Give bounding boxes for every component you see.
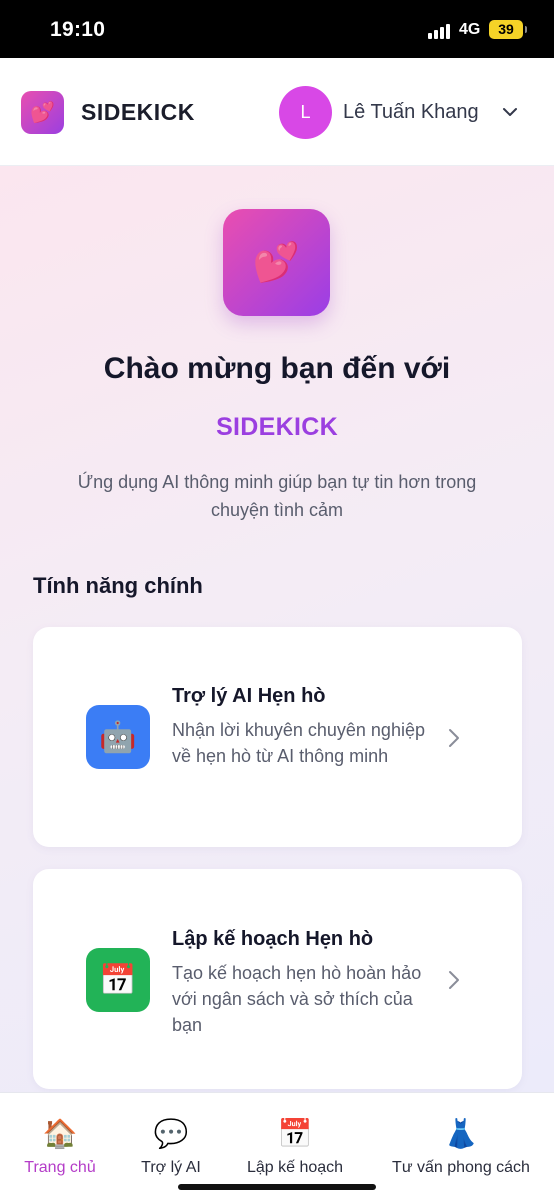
nav-label-home: Trang chủ	[24, 1159, 96, 1176]
welcome-heading: Chào mừng bạn đến với	[103, 352, 451, 385]
dress-icon: 👗	[443, 1118, 479, 1149]
feature-card-ai-assistant[interactable]: 🤖 Trợ lý AI Hẹn hò Nhận lời khuyên chuyê…	[33, 627, 522, 847]
status-bar: 19:10 4G 39	[0, 0, 554, 58]
home-icon: 🏠	[42, 1118, 78, 1149]
calendar-icon: 📅	[277, 1118, 313, 1149]
feature-card-description: Tạo kế hoạch hẹn hò hoàn hảo với ngân sá…	[172, 963, 422, 1035]
hero-tagline: Ứng dụng AI thông minh giúp bạn tự tin h…	[77, 472, 477, 520]
main-content: 💕 Chào mừng bạn đến với SIDEKICK Ứng dụn…	[0, 166, 554, 1092]
signal-icon	[428, 23, 452, 39]
nav-item-style-advice[interactable]: 👗 Tư vấn phong cách	[382, 1093, 540, 1200]
nav-item-home[interactable]: 🏠 Trang chủ	[14, 1093, 106, 1200]
chat-icon: 💬	[153, 1118, 189, 1149]
feature-card-title: Trợ lý AI Hẹn hò	[172, 685, 326, 707]
avatar[interactable]: L	[279, 86, 332, 139]
chevron-right-icon	[449, 971, 459, 989]
features-section-title: Tính năng chính	[33, 573, 203, 598]
robot-icon: 🤖	[86, 705, 150, 769]
brand-name: SIDEKICK	[81, 99, 195, 125]
calendar-icon: 📅	[86, 948, 150, 1012]
status-time: 19:10	[50, 18, 106, 41]
user-menu-name[interactable]: Lê Tuấn Khang	[343, 101, 479, 124]
feature-card-date-planner[interactable]: 📅 Lập kế hoạch Hẹn hò Tạo kế hoạch hẹn h…	[33, 869, 522, 1089]
chevron-down-icon[interactable]	[502, 104, 518, 120]
feature-card-title: Lập kế hoạch Hẹn hò	[172, 928, 374, 950]
app-logo-icon[interactable]: 💕	[21, 91, 64, 134]
app-header: 💕 SIDEKICK L Lê Tuấn Khang	[0, 58, 554, 166]
feature-card-description: Nhận lời khuyên chuyên nghiệp về hẹn hò …	[172, 720, 425, 766]
battery-icon: 39	[489, 20, 527, 39]
nav-label-ai-assistant: Trợ lý AI	[141, 1159, 201, 1176]
home-indicator[interactable]	[178, 1184, 376, 1190]
nav-label-planner: Lập kế hoạch	[246, 1159, 344, 1176]
hero-hearts-icon: 💕	[223, 209, 330, 316]
hero-brand: SIDEKICK	[216, 413, 338, 441]
network-type: 4G	[459, 21, 481, 38]
chevron-right-icon	[449, 729, 459, 747]
nav-label-style-advice: Tư vấn phong cách	[392, 1159, 530, 1176]
